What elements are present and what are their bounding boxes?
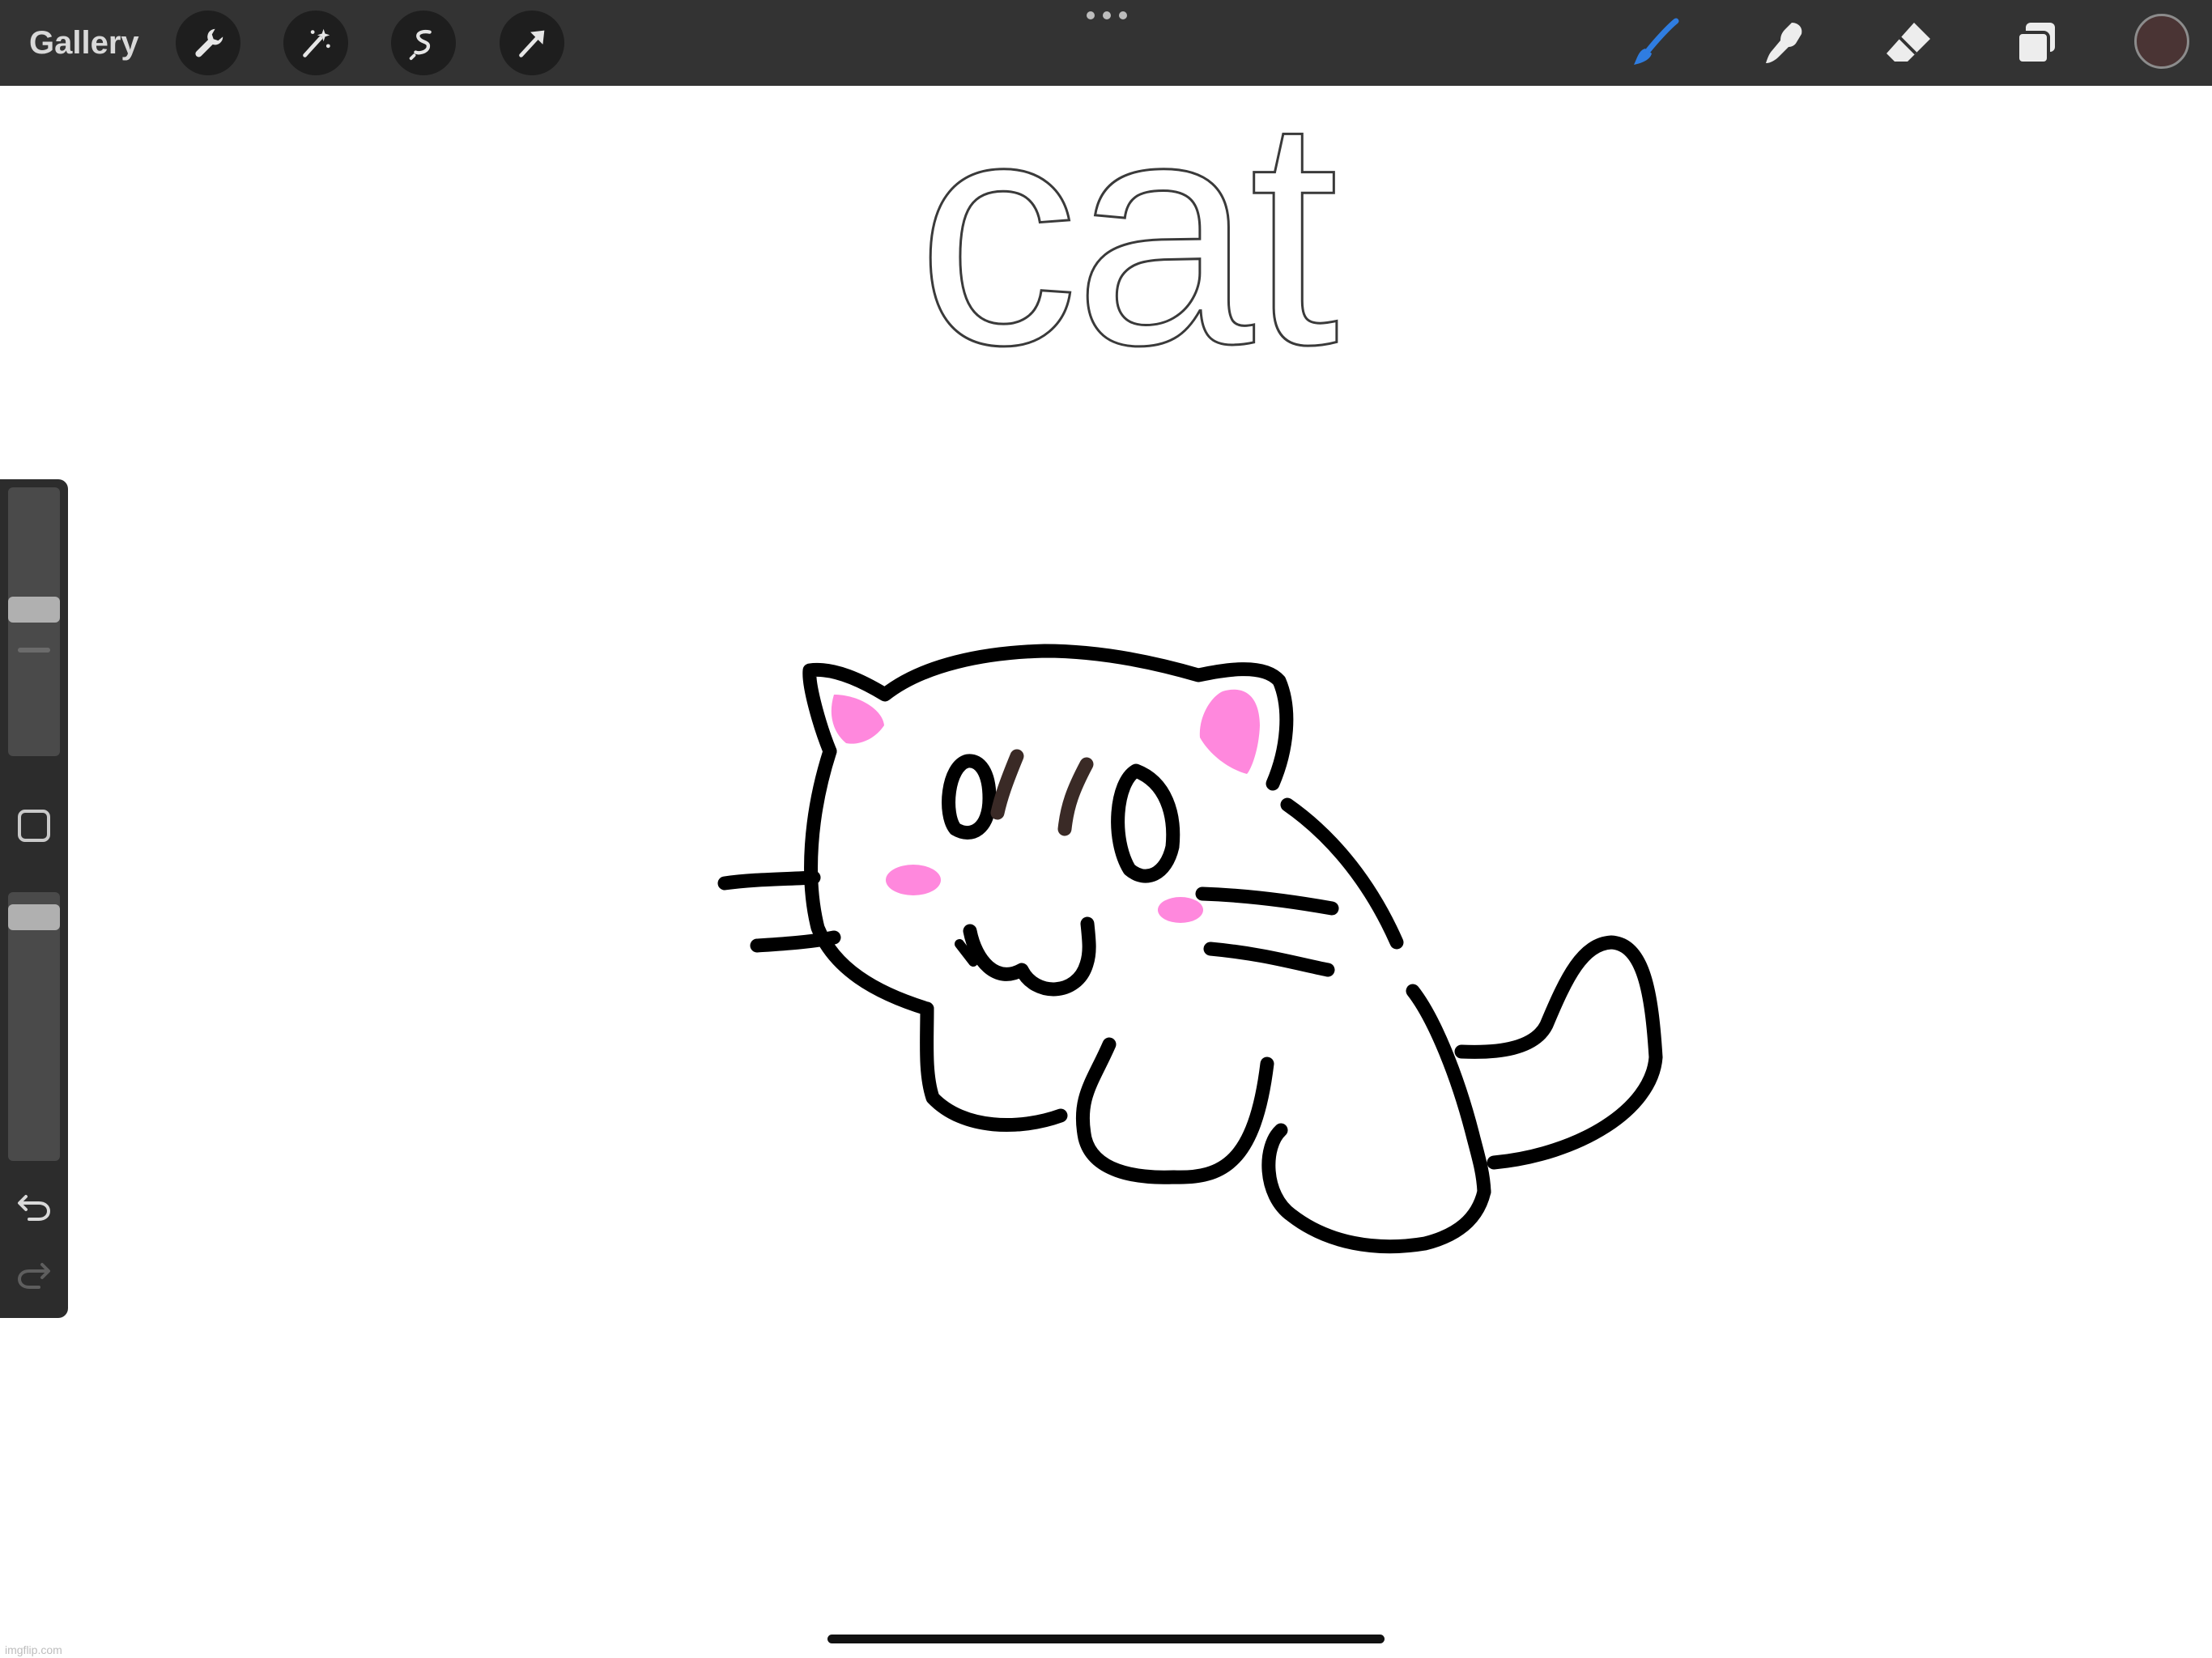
opacity-slider[interactable] xyxy=(8,892,60,1161)
cat-mouth xyxy=(963,916,1096,997)
whisker-right-bottom xyxy=(1203,942,1335,977)
smudge-icon[interactable] xyxy=(1755,15,1813,73)
whisker-left-top xyxy=(717,870,821,891)
brush-size-handle[interactable] xyxy=(8,597,60,623)
whisker-right-top xyxy=(1195,886,1339,916)
square-modify-icon[interactable] xyxy=(18,810,50,842)
cat-eye-left xyxy=(942,754,997,840)
drawing-canvas[interactable]: cat xyxy=(0,68,2212,1658)
actions-button[interactable] xyxy=(176,11,240,75)
color-swatch[interactable] xyxy=(2134,14,2189,69)
magic-wand-icon xyxy=(303,28,330,57)
redo-icon[interactable] xyxy=(16,1256,52,1292)
ear-inner-right xyxy=(1199,689,1260,774)
watermark: imgflip.com xyxy=(5,1643,62,1656)
cat-doodle xyxy=(717,644,1663,1254)
home-indicator[interactable] xyxy=(827,1635,1385,1643)
brush-size-marker xyxy=(18,648,50,653)
eraser-icon[interactable] xyxy=(1880,15,1938,73)
adjustments-button[interactable] xyxy=(283,11,348,75)
selection-button[interactable] xyxy=(391,11,456,75)
gallery-button[interactable]: Gallery xyxy=(29,21,139,65)
cat-back-leg xyxy=(1261,1123,1491,1254)
cat-stripe-left xyxy=(990,749,1024,820)
transform-arrow-icon xyxy=(519,30,545,57)
wrench-icon xyxy=(195,28,223,57)
cheek-blush-left xyxy=(886,865,941,895)
selection-icon xyxy=(409,29,432,61)
layers-icon[interactable] xyxy=(2008,15,2066,73)
opacity-handle[interactable] xyxy=(8,904,60,930)
undo-icon[interactable] xyxy=(16,1188,52,1224)
cat-stripe-right xyxy=(1057,757,1094,836)
cat-front-leg-left xyxy=(920,1001,1068,1132)
cheek-blush-right xyxy=(1158,897,1203,923)
cat-eye-right xyxy=(1111,763,1180,883)
brush-sidebar xyxy=(0,479,68,1318)
ear-inner-left xyxy=(831,695,884,744)
cat-front-leg-right xyxy=(1075,1037,1274,1184)
more-options-icon[interactable] xyxy=(1087,11,1127,24)
cat-tail xyxy=(1454,935,1663,1170)
transform-button[interactable] xyxy=(500,11,564,75)
cat-back xyxy=(1280,797,1404,950)
brush-icon[interactable] xyxy=(1627,15,1686,73)
whisker-left-bottom xyxy=(750,930,841,953)
cat-rear xyxy=(1406,984,1491,1199)
